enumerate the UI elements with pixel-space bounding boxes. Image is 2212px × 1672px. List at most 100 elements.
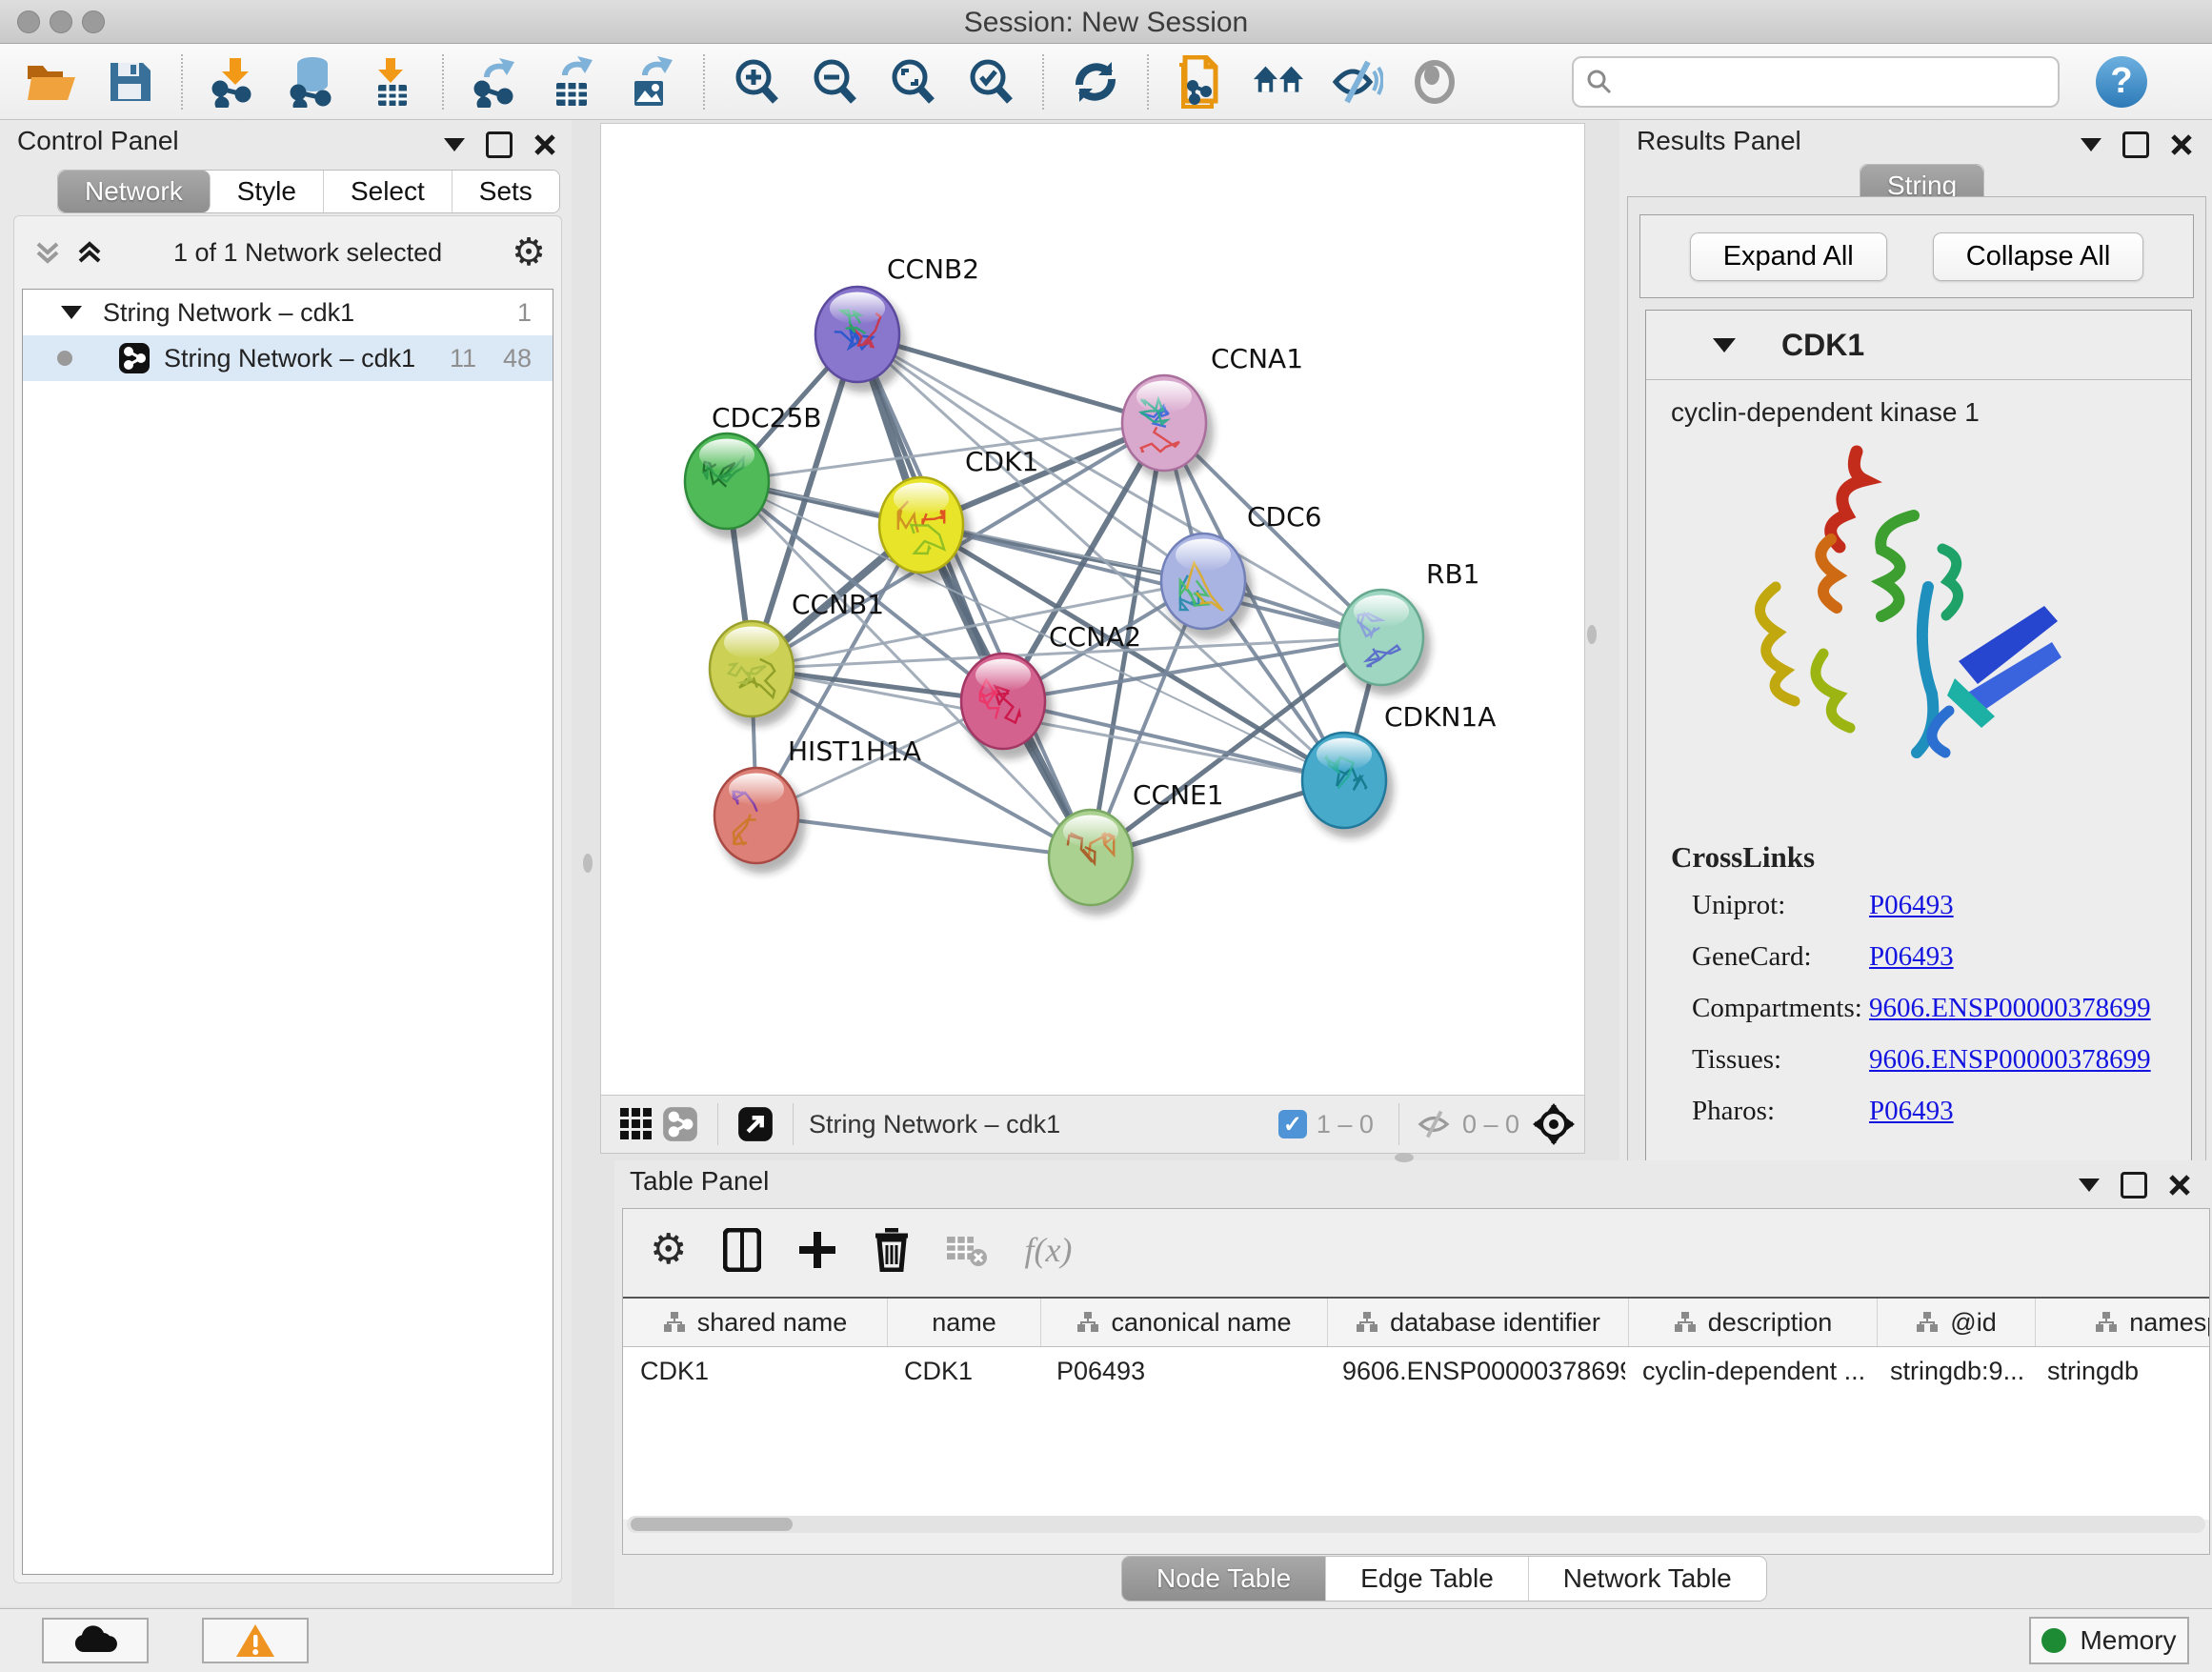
table-options-gear-icon[interactable]: ⚙: [650, 1229, 687, 1271]
maximize-panel-icon[interactable]: [486, 131, 513, 158]
zoom-selected-icon[interactable]: [964, 55, 1017, 109]
network-node-CCNE1[interactable]: CCNE1: [1049, 779, 1224, 916]
collapse-all-button[interactable]: Collapse All: [1933, 232, 2144, 281]
help-button[interactable]: ?: [2096, 56, 2147, 108]
entry-expander-icon[interactable]: [1713, 338, 1736, 353]
network-collection-row[interactable]: String Network – cdk1 1: [23, 290, 553, 335]
maximize-panel-icon[interactable]: [2121, 1172, 2147, 1199]
column-header--id[interactable]: @id: [1878, 1299, 2036, 1346]
collection-expander-icon[interactable]: [61, 306, 82, 319]
add-column-icon[interactable]: [797, 1230, 837, 1270]
expand-all-button[interactable]: Expand All: [1690, 232, 1887, 281]
network-edge[interactable]: [756, 816, 1091, 857]
network-canvas[interactable]: CCNB2CCNA1CDC25BCDK1CDC6RB1CCNB1CCNA2CDK…: [600, 123, 1585, 1097]
network-options-gear-icon[interactable]: ⚙: [512, 233, 546, 272]
grid-view-icon[interactable]: [614, 1098, 658, 1151]
crosslink-link[interactable]: P06493: [1869, 941, 1954, 973]
column-type-icon: [1076, 1311, 1099, 1334]
tab-sets[interactable]: Sets: [452, 171, 559, 212]
save-session-icon[interactable]: [103, 55, 156, 109]
network-node-CDKN1A[interactable]: CDKN1A: [1302, 701, 1496, 838]
table-cell[interactable]: CDK1: [623, 1347, 887, 1395]
tab-select[interactable]: Select: [324, 171, 452, 212]
column-header-description[interactable]: description: [1629, 1299, 1878, 1346]
table-cell[interactable]: stringdb:9...: [1873, 1347, 2030, 1395]
cloud-status-button[interactable]: [42, 1618, 149, 1663]
crosslink-link[interactable]: 9606.ENSP00000378699: [1869, 1044, 2151, 1076]
toolbar-search[interactable]: [1572, 56, 2060, 108]
import-table-file-icon[interactable]: [364, 55, 417, 109]
network-share-icon[interactable]: [658, 1098, 702, 1151]
network-edge[interactable]: [857, 334, 1091, 857]
tab-network[interactable]: Network: [58, 171, 211, 212]
close-panel-icon[interactable]: [533, 133, 556, 156]
column-header-shared-name[interactable]: shared name: [623, 1299, 888, 1346]
network-node-CCNA2[interactable]: CCNA2: [961, 621, 1141, 759]
hidden-eye-icon[interactable]: [1415, 1109, 1453, 1139]
network-node-CCNA1[interactable]: CCNA1: [1122, 343, 1303, 481]
close-panel-icon[interactable]: [2170, 133, 2193, 156]
memory-button[interactable]: Memory: [2029, 1617, 2189, 1664]
column-header-canonical-name[interactable]: canonical name: [1041, 1299, 1328, 1346]
scrollbar-thumb[interactable]: [631, 1518, 793, 1531]
tab-style[interactable]: Style: [211, 171, 324, 212]
table-cell[interactable]: cyclin-dependent ...: [1625, 1347, 1873, 1395]
tab-node-table[interactable]: Node Table: [1122, 1557, 1326, 1601]
expand-all-networks-icon[interactable]: [75, 238, 104, 267]
import-network-database-icon[interactable]: [286, 55, 339, 109]
delete-column-icon[interactable]: [874, 1228, 910, 1272]
enhanced-labels-icon[interactable]: [1330, 55, 1383, 109]
node-table[interactable]: shared namenamecanonical namedatabase id…: [623, 1297, 2209, 1520]
network-edge[interactable]: [921, 525, 1381, 637]
column-header-namespace[interactable]: namespace: [2036, 1299, 2209, 1346]
maximize-panel-icon[interactable]: [2122, 131, 2149, 158]
export-network-icon[interactable]: [469, 55, 522, 109]
tab-edge-table[interactable]: Edge Table: [1326, 1557, 1529, 1601]
crosslink-link[interactable]: 9606.ENSP00000378699: [1869, 993, 2151, 1024]
string-network-graph[interactable]: CCNB2CCNA1CDC25BCDK1CDC6RB1CCNB1CCNA2CDK…: [601, 124, 1582, 1094]
export-table-icon[interactable]: [547, 55, 600, 109]
network-node-RB1[interactable]: RB1: [1339, 558, 1479, 695]
string-import-icon[interactable]: [1174, 55, 1227, 109]
splitter-handle[interactable]: [1587, 625, 1597, 644]
float-panel-icon[interactable]: [2081, 138, 2101, 151]
network-node-CCNB1[interactable]: CCNB1: [710, 589, 884, 727]
tab-network-table[interactable]: Network Table: [1529, 1557, 1766, 1601]
show-structure-images-icon[interactable]: [1408, 55, 1461, 109]
selected-checkbox-icon[interactable]: ✓: [1278, 1110, 1307, 1138]
network-node-HIST1H1A[interactable]: HIST1H1A: [714, 735, 921, 874]
table-row[interactable]: CDK1CDK1P064939606.ENSP00000378699cyclin…: [623, 1347, 2209, 1395]
float-panel-icon[interactable]: [444, 138, 465, 151]
table-cell[interactable]: CDK1: [887, 1347, 1039, 1395]
zoom-in-icon[interactable]: [730, 55, 783, 109]
apply-layout-icon[interactable]: [1069, 55, 1122, 109]
crosslink-link[interactable]: P06493: [1869, 890, 1954, 921]
birds-eye-view-icon[interactable]: [1529, 1098, 1579, 1151]
splitter-handle[interactable]: [583, 854, 593, 873]
column-header-name[interactable]: name: [888, 1299, 1041, 1346]
node-result-header[interactable]: CDK1: [1646, 311, 2191, 380]
column-header-database-identifier[interactable]: database identifier: [1328, 1299, 1629, 1346]
float-panel-icon[interactable]: [2079, 1178, 2100, 1192]
zoom-fit-icon[interactable]: [886, 55, 939, 109]
table-cell[interactable]: 9606.ENSP00000378699: [1325, 1347, 1625, 1395]
warning-status-button[interactable]: [202, 1618, 309, 1663]
zoom-out-icon[interactable]: [808, 55, 861, 109]
collapse-all-networks-icon[interactable]: [33, 238, 62, 267]
search-input[interactable]: [1614, 66, 2018, 97]
show-columns-icon[interactable]: [723, 1228, 761, 1272]
table-horizontal-scrollbar[interactable]: [627, 1516, 2205, 1533]
export-view-icon[interactable]: [734, 1098, 777, 1151]
close-panel-icon[interactable]: [2168, 1174, 2191, 1197]
open-session-icon[interactable]: [25, 55, 78, 109]
string-home-icon[interactable]: [1252, 55, 1305, 109]
table-cell[interactable]: stringdb: [2030, 1347, 2209, 1395]
crosslink-link[interactable]: P06493: [1869, 1096, 1954, 1127]
network-edge[interactable]: [1003, 701, 1344, 780]
import-network-file-icon[interactable]: [208, 55, 261, 109]
table-cell[interactable]: P06493: [1039, 1347, 1325, 1395]
network-node-CCNB2[interactable]: CCNB2: [815, 253, 979, 393]
splitter-handle[interactable]: [1395, 1153, 1414, 1162]
network-row[interactable]: String Network – cdk1 11 48: [23, 335, 553, 381]
export-image-icon[interactable]: [625, 55, 678, 109]
